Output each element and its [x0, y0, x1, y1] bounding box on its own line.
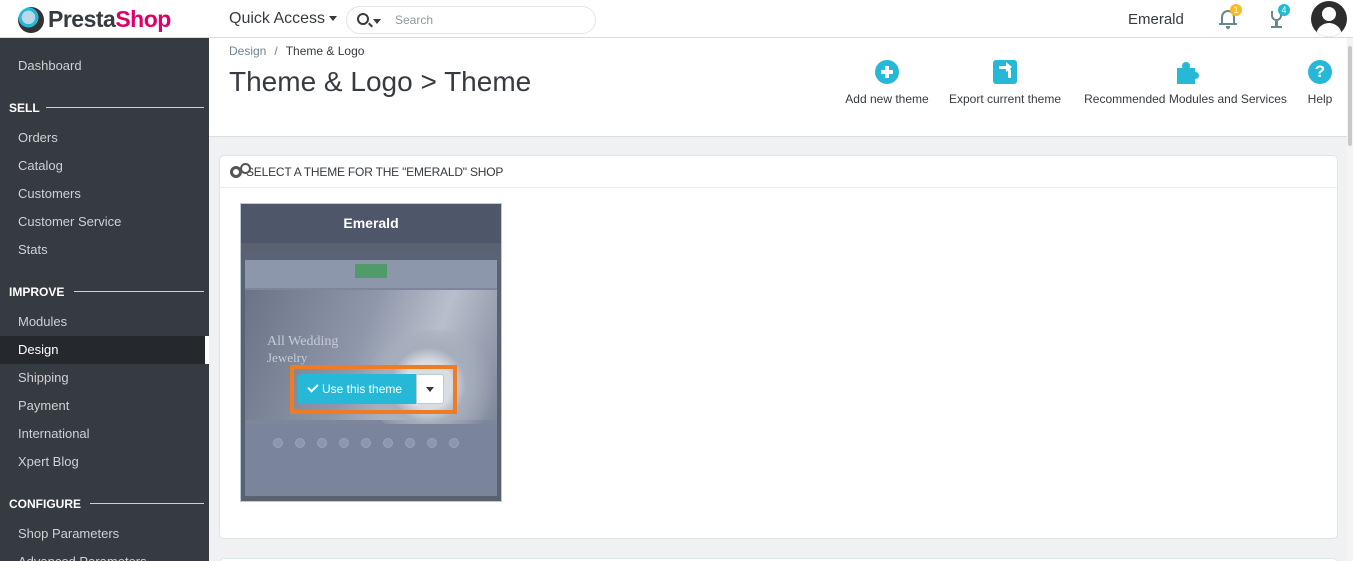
sidebar-item-shop-parameters[interactable]: Shop Parameters — [0, 520, 209, 548]
preview-hero-text-1: All Wedding — [267, 334, 339, 349]
notifications-badge: 1 — [1230, 4, 1242, 16]
export-current-theme-button[interactable]: Export current theme — [944, 60, 1066, 106]
page-header: Design / Theme & Logo Theme & Logo > Theme… — [209, 38, 1353, 137]
question-circle-icon: ? — [1307, 60, 1333, 86]
help-button[interactable]: ? Help — [1301, 60, 1339, 106]
user-avatar[interactable] — [1311, 1, 1347, 37]
preview-dot — [449, 438, 459, 448]
section-divider — [90, 503, 204, 504]
breadcrumb-separator: / — [274, 44, 278, 58]
use-this-theme-label: Use this theme — [322, 382, 403, 396]
preview-logo — [355, 264, 387, 278]
orders-badge: 4 — [1278, 4, 1290, 16]
cogs-icon — [230, 163, 251, 178]
help-label: Help — [1307, 92, 1333, 106]
caret-down-icon — [426, 387, 434, 392]
orders-trophy-button[interactable]: 4 — [1266, 4, 1290, 30]
check-icon — [307, 381, 319, 393]
theme-card-title: Emerald — [241, 204, 501, 243]
preview-dot — [361, 438, 371, 448]
notifications-button[interactable]: 1 — [1218, 4, 1242, 30]
breadcrumb-design[interactable]: Design — [229, 44, 266, 58]
search-type-chevron-icon[interactable] — [373, 19, 381, 24]
page-scrollbar-thumb[interactable] — [1348, 46, 1352, 146]
preview-dot — [427, 438, 437, 448]
sidebar: Dashboard SELL Orders Catalog Customers … — [0, 38, 209, 561]
preview-dot — [295, 438, 305, 448]
preview-dot — [405, 438, 415, 448]
export-current-theme-label: Export current theme — [948, 92, 1062, 106]
theme-card-emerald[interactable]: Emerald All Wedding Jewelry Use this the… — [240, 203, 502, 502]
preview-dot — [317, 438, 327, 448]
plus-circle-icon — [874, 60, 900, 86]
sidebar-section-improve: IMPROVE — [9, 285, 65, 299]
share-icon — [992, 60, 1018, 86]
theme-selection-panel: SELECT A THEME FOR THE "EMERALD" SHOP Em… — [219, 155, 1338, 539]
sidebar-item-customer-service[interactable]: Customer Service — [0, 208, 209, 236]
sidebar-item-design[interactable]: Design — [0, 336, 209, 364]
prestashop-logo[interactable]: PrestaShop — [18, 6, 171, 33]
panel-heading: SELECT A THEME FOR THE "EMERALD" SHOP — [220, 156, 1337, 188]
sidebar-item-dashboard[interactable]: Dashboard — [0, 52, 209, 80]
add-new-theme-button[interactable]: Add new theme — [842, 60, 932, 106]
bell-icon-base — [1219, 23, 1237, 25]
section-divider — [74, 291, 204, 292]
top-header: PrestaShop Quick Access Emerald 1 4 — [0, 0, 1353, 38]
preview-dot — [339, 438, 349, 448]
breadcrumb: Design / Theme & Logo — [229, 44, 364, 58]
search-input[interactable] — [395, 11, 585, 29]
shop-name-link[interactable]: Emerald — [1128, 11, 1184, 28]
sidebar-item-xpert-blog[interactable]: Xpert Blog — [0, 448, 209, 476]
breadcrumb-current[interactable]: Theme & Logo — [286, 44, 365, 58]
panel-heading-text: SELECT A THEME FOR THE "EMERALD" SHOP — [246, 165, 504, 179]
sidebar-item-stats[interactable]: Stats — [0, 236, 209, 264]
prestashop-logo-icon — [18, 6, 44, 33]
preview-hero-text-2: Jewelry — [267, 350, 308, 365]
sidebar-item-modules[interactable]: Modules — [0, 308, 209, 336]
preview-topbar — [245, 252, 497, 260]
sidebar-item-shipping[interactable]: Shipping — [0, 364, 209, 392]
bell-icon-clapper — [1226, 26, 1230, 29]
trophy-icon-base — [1271, 26, 1282, 28]
preview-dot — [273, 438, 283, 448]
theme-actions-dropdown-toggle[interactable] — [416, 374, 444, 404]
quick-access-menu[interactable]: Quick Access — [229, 10, 338, 28]
sidebar-section-configure: CONFIGURE — [9, 497, 81, 511]
chevron-down-icon — [329, 16, 338, 22]
quick-access-label: Quick Access — [229, 10, 326, 27]
sidebar-item-advanced-parameters[interactable]: Advanced Parameters — [0, 548, 209, 561]
search-icon[interactable] — [357, 13, 369, 25]
sidebar-item-customers[interactable]: Customers — [0, 180, 209, 208]
add-new-theme-label: Add new theme — [845, 92, 929, 106]
sidebar-section-sell: SELL — [9, 101, 40, 115]
recommended-modules-label: Recommended Modules and Services — [1084, 92, 1287, 106]
use-this-theme-button[interactable]: Use this theme — [298, 374, 416, 404]
section-divider — [46, 107, 204, 108]
logo-text: PrestaShop — [48, 6, 171, 32]
search-box — [346, 6, 596, 34]
sidebar-item-orders[interactable]: Orders — [0, 124, 209, 152]
sidebar-item-international[interactable]: International — [0, 420, 209, 448]
sidebar-item-catalog[interactable]: Catalog — [0, 152, 209, 180]
preview-lower — [245, 424, 497, 496]
page-title: Theme & Logo > Theme — [229, 66, 532, 97]
sidebar-item-payment[interactable]: Payment — [0, 392, 209, 420]
recommended-modules-button[interactable]: Recommended Modules and Services — [1078, 60, 1293, 106]
puzzle-icon — [1173, 60, 1199, 86]
preview-dot — [383, 438, 393, 448]
